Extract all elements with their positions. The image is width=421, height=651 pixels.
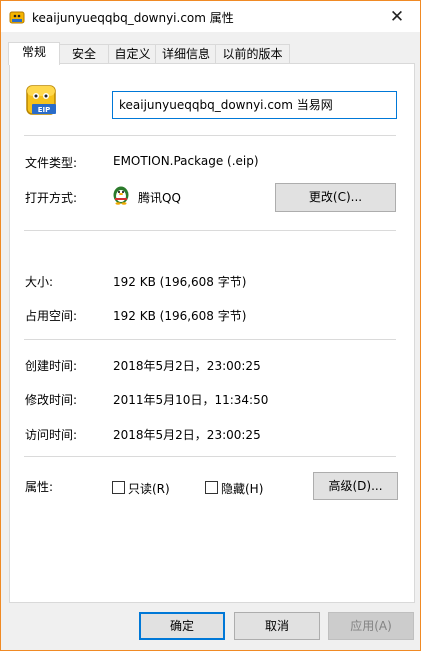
file-type-label: 文件类型: bbox=[25, 156, 78, 170]
title-bar: keaijunyueqqbq_downyi.com 属性 ✕ bbox=[1, 1, 420, 32]
advanced-button[interactable]: 高级(D)... bbox=[313, 472, 398, 500]
accessed-label: 访问时间: bbox=[25, 428, 78, 442]
tab-general[interactable]: 常规 bbox=[8, 42, 60, 65]
size-label: 大小: bbox=[25, 275, 54, 289]
created-label: 创建时间: bbox=[25, 359, 78, 373]
window-title: keaijunyueqqbq_downyi.com 属性 bbox=[32, 11, 234, 25]
tab-previous-versions[interactable]: 以前的版本 bbox=[215, 44, 290, 64]
modified-label: 修改时间: bbox=[25, 393, 78, 407]
eip-file-icon bbox=[9, 11, 25, 24]
opens-with-label: 打开方式: bbox=[25, 191, 78, 205]
size-value: 192 KB (196,608 字节) bbox=[113, 275, 247, 289]
file-type-value: EMOTION.Package (.eip) bbox=[113, 154, 259, 168]
eip-icon-text: EIP bbox=[38, 106, 51, 114]
divider bbox=[24, 135, 396, 136]
tab-security[interactable]: 安全 bbox=[58, 44, 110, 64]
properties-window: keaijunyueqqbq_downyi.com 属性 ✕ 常规 安全 自定义… bbox=[0, 0, 421, 651]
eip-file-icon: EIP bbox=[26, 85, 56, 115]
tab-custom[interactable]: 自定义 bbox=[108, 44, 157, 64]
apply-button: 应用(A) bbox=[328, 612, 414, 640]
accessed-value: 2018年5月2日，23:00:25 bbox=[113, 428, 261, 442]
attributes-label: 属性: bbox=[25, 480, 54, 494]
change-button[interactable]: 更改(C)... bbox=[275, 183, 396, 212]
general-tab-panel: EIP keaijunyueqqbq_downyi.com 当易网 文件类型: … bbox=[9, 63, 415, 603]
readonly-checkbox[interactable] bbox=[112, 481, 125, 494]
close-icon: ✕ bbox=[389, 6, 405, 27]
size-on-disk-value: 192 KB (196,608 字节) bbox=[113, 309, 247, 323]
cancel-button[interactable]: 取消 bbox=[234, 612, 320, 640]
tab-details[interactable]: 详细信息 bbox=[155, 44, 217, 64]
opens-with-app-name: 腾讯QQ bbox=[138, 191, 181, 205]
divider bbox=[24, 230, 396, 231]
divider bbox=[24, 339, 396, 340]
divider bbox=[24, 456, 396, 457]
file-name-field[interactable]: keaijunyueqqbq_downyi.com 当易网 bbox=[112, 91, 397, 119]
ok-button[interactable]: 确定 bbox=[139, 612, 225, 640]
qq-penguin-icon bbox=[113, 186, 129, 205]
hidden-label[interactable]: 隐藏(H) bbox=[221, 480, 263, 497]
readonly-label[interactable]: 只读(R) bbox=[128, 480, 170, 497]
size-on-disk-label: 占用空间: bbox=[25, 309, 78, 323]
hidden-checkbox[interactable] bbox=[205, 481, 218, 494]
created-value: 2018年5月2日，23:00:25 bbox=[113, 359, 261, 373]
modified-value: 2011年5月10日，11:34:50 bbox=[113, 393, 269, 407]
close-button[interactable]: ✕ bbox=[374, 1, 420, 32]
